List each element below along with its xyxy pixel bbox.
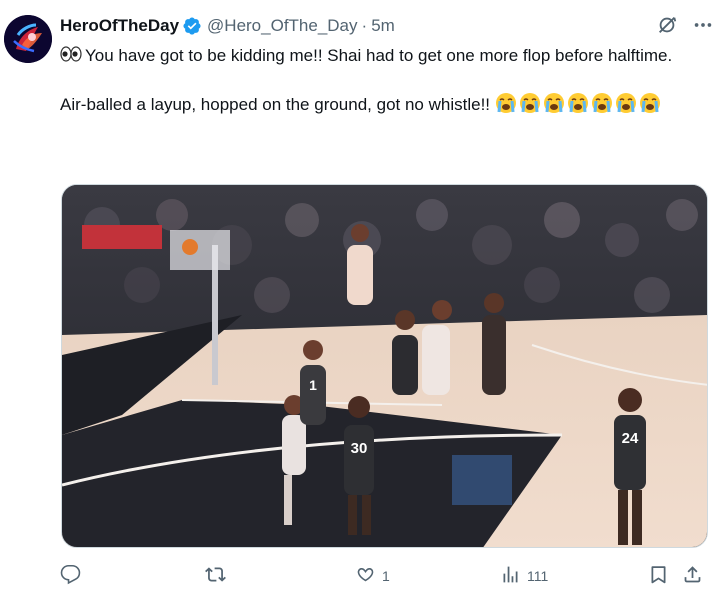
jersey-number-24: 24 (622, 430, 639, 447)
share-icon (682, 564, 703, 588)
reply-icon (60, 564, 81, 588)
jersey-number-30: 30 (351, 440, 368, 457)
tweet-line-1: You have got to be kidding me!! Shai had… (60, 44, 712, 68)
more-icon[interactable] (692, 14, 714, 36)
reply-button[interactable] (60, 562, 87, 590)
verified-badge-icon (182, 16, 202, 36)
tweet-media-image[interactable]: 1 30 24 (61, 184, 708, 548)
tweet-text: You have got to be kidding me!! Shai had… (60, 44, 712, 117)
like-count: 1 (382, 568, 390, 584)
crying-emoji-icon (591, 92, 613, 114)
crying-emoji-icon (567, 92, 589, 114)
grok-icon[interactable] (656, 14, 678, 36)
crying-emoji-icon (519, 92, 541, 114)
handle[interactable]: @Hero_OfThe_Day (207, 16, 358, 36)
tweet-header: HeroOfTheDay @Hero_OfThe_Day · 5m (60, 14, 712, 38)
retweet-button[interactable] (205, 562, 232, 590)
crying-emoji-icon (495, 92, 517, 114)
views-button[interactable]: 111 (500, 562, 548, 590)
separator-dot: · (361, 16, 368, 35)
retweet-icon (205, 564, 226, 588)
share-button[interactable] (682, 562, 703, 590)
tweet-line-2-text: Air-balled a layup, hopped on the ground… (60, 95, 491, 114)
bookmark-button[interactable] (648, 562, 669, 590)
jersey-number-1: 1 (309, 377, 317, 393)
heart-icon (355, 564, 376, 588)
like-button[interactable]: 1 (355, 562, 390, 590)
avatar[interactable] (4, 15, 52, 63)
crying-emoji-icon (543, 92, 565, 114)
timestamp[interactable]: 5m (371, 16, 395, 36)
views-icon (500, 564, 521, 588)
view-count: 111 (527, 568, 549, 584)
crying-emoji-icon (639, 92, 661, 114)
eyes-emoji-icon (60, 44, 82, 64)
tweet-line-2: Air-balled a layup, hopped on the ground… (60, 92, 712, 117)
display-name[interactable]: HeroOfTheDay (60, 16, 179, 36)
crying-emoji-icon (615, 92, 637, 114)
tweet-line-1-text: You have got to be kidding me!! Shai had… (85, 46, 673, 65)
action-bar: 1 111 (60, 562, 712, 590)
bookmark-icon (648, 564, 669, 588)
